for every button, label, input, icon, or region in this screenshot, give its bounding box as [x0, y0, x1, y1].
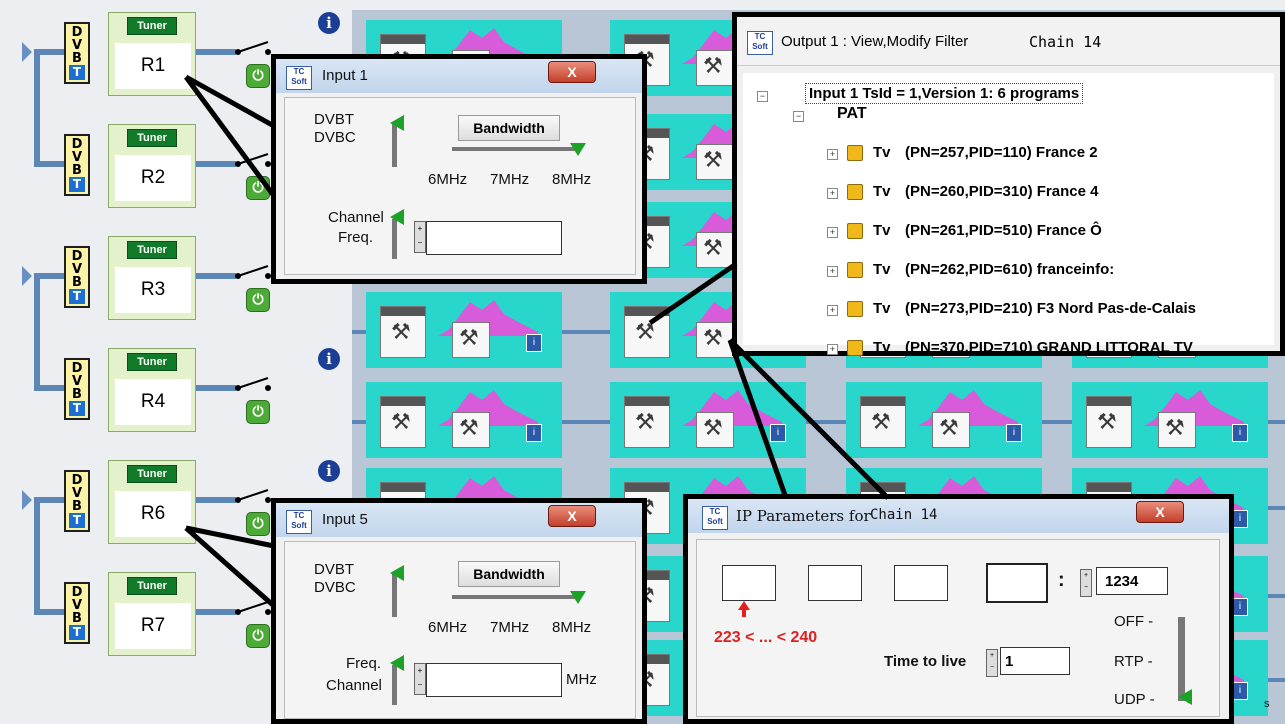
callout-line	[184, 526, 276, 608]
callout-line	[728, 338, 890, 500]
callout-line	[648, 261, 738, 326]
callout-line	[727, 339, 789, 499]
callout-lines	[183, 74, 890, 608]
callout-line	[183, 75, 277, 198]
callout-line	[184, 74, 276, 129]
